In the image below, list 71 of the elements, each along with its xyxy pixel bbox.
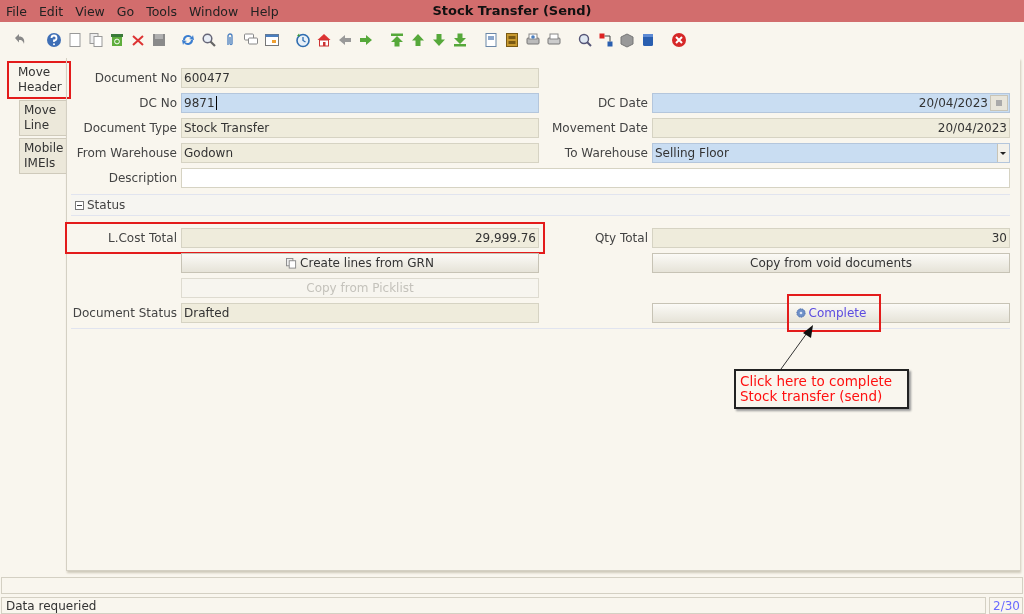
save-icon[interactable] [150,32,167,48]
menu-item[interactable]: File [0,3,33,19]
field-label: Document Status [71,306,177,320]
date-field[interactable]: 20/04/2023 [652,93,1010,113]
home-icon[interactable] [315,32,332,48]
chat-icon[interactable] [242,32,259,48]
forward-arrow-icon[interactable] [357,32,374,48]
tab[interactable]: Move Line [19,100,66,136]
status-message: Data requeried [1,597,986,614]
calendar-button[interactable] [990,95,1008,111]
close-icon[interactable] [670,32,687,48]
field-label: Description [107,171,177,185]
field-label: L.Cost Total [106,231,177,245]
action-button[interactable]: Complete [652,303,1010,323]
help-icon[interactable] [45,32,62,48]
copy-icon[interactable] [87,32,104,48]
field-label: Document No [93,71,177,85]
menu-item[interactable]: Tools [140,3,183,19]
callout-note: Click here to complete Stock transfer (send) [734,369,909,409]
text-field[interactable]: Stock Transfer [181,118,539,138]
text-field[interactable]: Godown [181,143,539,163]
gear-icon [795,308,806,318]
refresh-icon[interactable] [179,32,196,48]
history-icon[interactable] [294,32,311,48]
window-title: Stock Transfer (Send) [432,3,592,18]
report-icon[interactable] [482,32,499,48]
workflow-icon[interactable] [597,32,614,48]
field-label: From Warehouse [75,146,177,160]
caret-icon [1000,152,1006,155]
search-icon[interactable] [200,32,217,48]
print-preview-icon[interactable] [524,32,541,48]
dropdown-field[interactable]: Selling Floor [652,143,1010,163]
field-label: Movement Date [550,121,648,135]
field-label: Qty Total [593,231,648,245]
dropdown-button[interactable] [997,144,1009,162]
text-field[interactable]: Drafted [181,303,539,323]
up-arrow-icon[interactable] [409,32,426,48]
menu-item[interactable]: Edit [32,3,70,19]
text-field[interactable]: 600477 [181,68,539,88]
calendar-icon [996,100,1002,106]
text-field[interactable] [181,168,1010,188]
last-record-icon[interactable] [451,32,468,48]
zoom-icon[interactable] [576,32,593,48]
tab[interactable]: Move Header [8,62,70,98]
window-icon[interactable] [263,32,280,48]
collapse-icon[interactable] [75,200,84,210]
field-label: Document Type [82,121,177,135]
first-record-icon[interactable] [388,32,405,48]
pointer-arrow [780,325,813,370]
menu-item[interactable]: Help [244,3,285,19]
text-field[interactable]: 29,999.76 [181,228,539,248]
text-field[interactable]: 9871 [181,93,539,113]
menu-item[interactable]: Window [182,3,245,19]
text-field[interactable]: 20/04/2023 [652,118,1010,138]
copy-icon [286,257,298,269]
menu-item[interactable]: View [69,3,111,19]
record-counter: 2/30 [989,597,1023,614]
text-field[interactable]: 30 [652,228,1010,248]
field-label: DC Date [596,96,648,110]
section-title: Status [87,198,126,212]
action-button[interactable]: Create lines from GRN [181,253,539,273]
print-icon[interactable] [545,32,562,48]
archive-icon[interactable] [503,32,520,48]
recycle-bin-icon[interactable] [108,32,125,48]
tab[interactable]: Mobile IMEIs [19,138,66,174]
field-label: To Warehouse [563,146,648,160]
action-button[interactable]: Copy from void documents [652,253,1010,273]
new-document-icon[interactable] [66,32,83,48]
menu-item[interactable]: Go [110,3,141,19]
section-header[interactable]: Status [71,194,1010,216]
field-label: DC No [138,96,177,110]
